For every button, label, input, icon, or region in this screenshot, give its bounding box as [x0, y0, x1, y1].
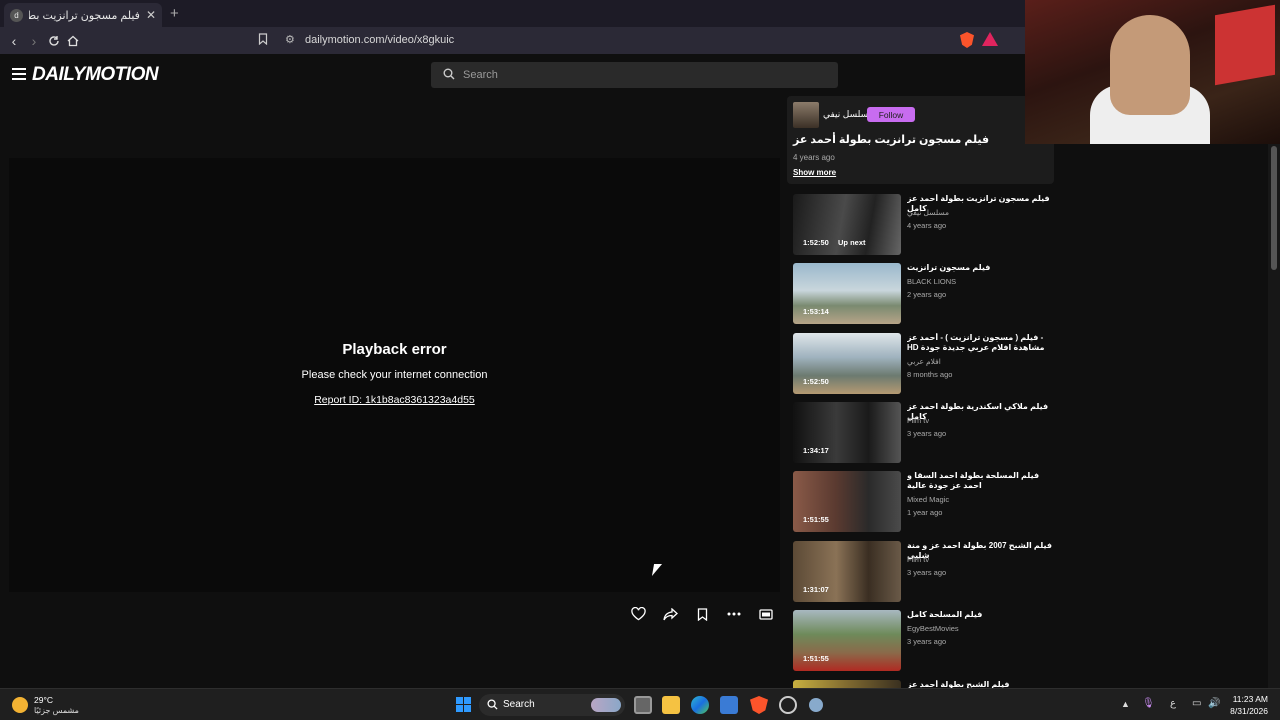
related-video-item[interactable]: 1:52:50 Up next فيلم مسجون ترانزيت بطولة…: [787, 188, 1054, 255]
channel-name[interactable]: مسلسل نيفي: [823, 109, 873, 120]
related-video-item[interactable]: فيلم الشبح بطولة أحمد عز: [787, 674, 1054, 688]
related-video-title[interactable]: فيلم ( مسجون ترانزيت ) - أحمد عز - HD مش…: [907, 333, 1052, 353]
up-next-badge: Up next: [838, 238, 866, 247]
site-search-bar[interactable]: [431, 62, 838, 88]
related-video-age: 3 years ago: [907, 637, 947, 646]
video-duration: 1:53:14: [803, 307, 829, 316]
address-bar-url[interactable]: dailymotion.com/video/x8gkuic: [305, 34, 454, 46]
share-icon[interactable]: [658, 602, 682, 626]
brave-browser-icon[interactable]: [750, 696, 768, 714]
weather-sun-icon[interactable]: [12, 697, 28, 713]
report-id-link[interactable]: Report ID: 1k1b8ac8361323a4d55: [9, 394, 780, 406]
related-video-item[interactable]: 1:31:07 فيلم الشبح 2007 بطولة احمد عز و …: [787, 535, 1054, 602]
related-video-title[interactable]: فيلم مسجون ترانزيت: [907, 263, 1052, 273]
page-scrollbar[interactable]: [1268, 144, 1280, 688]
video-duration: 1:52:50: [803, 238, 829, 247]
related-video-age: 1 year ago: [907, 508, 943, 517]
video-thumbnail[interactable]: [793, 680, 901, 688]
site-favicon-icon: d: [10, 8, 23, 22]
playback-error-message: Please check your internet connection: [301, 369, 488, 381]
taskbar-search-label: Search: [503, 699, 535, 710]
input-language[interactable]: ع: [1170, 698, 1176, 709]
video-title: فيلم مسجون ترانزيت بطولة أحمد عز: [793, 134, 990, 146]
related-video-channel[interactable]: مسلسل نيفي: [907, 208, 949, 217]
tray-overflow-chevron-icon[interactable]: ▲: [1121, 699, 1130, 709]
dailymotion-logo[interactable]: DAILYMOTION: [32, 64, 159, 86]
brave-shields-icon[interactable]: [960, 32, 974, 48]
related-video-channel[interactable]: Film tv: [907, 416, 929, 425]
webcam-overlay: [1025, 0, 1280, 144]
theater-mode-icon[interactable]: [754, 602, 778, 626]
related-video-age: 2 years ago: [907, 290, 947, 299]
windows-start-icon[interactable]: [456, 697, 471, 712]
related-video-channel[interactable]: افلام عربي: [907, 357, 941, 366]
related-video-channel[interactable]: Mixed Magic: [907, 495, 949, 504]
save-bookmark-icon[interactable]: [690, 602, 714, 626]
video-info-card: مسلسل نيفي Follow فيلم مسجون ترانزيت بطو…: [787, 96, 1054, 184]
microsoft-store-icon[interactable]: [720, 696, 738, 714]
show-more-button[interactable]: Show more: [793, 168, 836, 177]
related-video-title[interactable]: فيلم المسلحة كامل: [907, 610, 1052, 620]
close-tab-icon[interactable]: ✕: [146, 8, 156, 22]
related-video-item[interactable]: 1:34:17 فيلم ملاكي اسكندرية بطولة احمد ع…: [787, 396, 1054, 463]
clock-date[interactable]: 8/31/2026: [1200, 706, 1268, 716]
more-options-icon[interactable]: [722, 602, 746, 626]
hamburger-menu-icon[interactable]: [12, 68, 26, 82]
app-icon-circle[interactable]: [779, 696, 797, 714]
brave-rewards-icon[interactable]: [982, 32, 998, 46]
task-view-icon[interactable]: [634, 696, 652, 714]
related-video-channel[interactable]: EgyBestMovies: [907, 624, 959, 633]
tab-title: فيلم مسجون ترانزيت بطولة أحمد ع: [29, 9, 140, 22]
edge-browser-icon[interactable]: [691, 696, 709, 714]
related-video-item[interactable]: 1:53:14 فيلم مسجون ترانزيت BLACK LIONS 2…: [787, 257, 1054, 324]
search-icon: [443, 68, 455, 80]
scrollbar-thumb[interactable]: [1271, 146, 1277, 270]
related-video-age: 8 months ago: [907, 370, 953, 379]
background-monitor: [1215, 4, 1275, 86]
video-duration: 1:34:17: [803, 446, 829, 455]
related-video-age: 3 years ago: [907, 568, 947, 577]
follow-button[interactable]: Follow: [867, 107, 915, 122]
related-video-item[interactable]: 1:52:50 فيلم ( مسجون ترانزيت ) - أحمد عز…: [787, 327, 1054, 394]
back-icon[interactable]: ‹: [4, 31, 24, 51]
browser-tab[interactable]: d فيلم مسجون ترانزيت بطولة أحمد ع ✕: [4, 3, 162, 27]
forward-icon[interactable]: ›: [24, 31, 44, 51]
like-heart-icon[interactable]: [626, 602, 650, 626]
app-icon-webcam[interactable]: [809, 698, 823, 712]
related-video-item[interactable]: 1:51:55 فيلم المسلحة كامل EgyBestMovies …: [787, 604, 1054, 671]
video-duration: 1:51:55: [803, 654, 829, 663]
windows-taskbar: 29°C مشمس جزئيًا Search ▲ 🎙 ع ▭ 🔊 11:23 …: [0, 688, 1280, 720]
taskbar-search[interactable]: Search: [479, 694, 625, 716]
related-video-age: 4 years ago: [907, 221, 947, 230]
bookmark-icon[interactable]: [258, 33, 268, 48]
site-settings-icon[interactable]: ⚙: [285, 33, 295, 46]
related-videos-list: 1:52:50 Up next فيلم مسجون ترانزيت بطولة…: [787, 188, 1054, 688]
video-duration: 1:31:07: [803, 585, 829, 594]
home-icon[interactable]: [63, 31, 83, 51]
related-video-channel[interactable]: BLACK LIONS: [907, 277, 956, 286]
related-video-title[interactable]: فيلم المسلحة بطولة احمد السقا و احمد عز …: [907, 471, 1052, 491]
playback-error-title: Playback error: [342, 341, 447, 358]
video-duration: 1:51:55: [803, 515, 829, 524]
clock-time[interactable]: 11:23 AM: [1200, 694, 1268, 704]
related-video-item[interactable]: 1:51:55 فيلم المسلحة بطولة احمد السقا و …: [787, 465, 1054, 532]
new-tab-button[interactable]: +: [170, 5, 179, 22]
search-icon: [487, 699, 498, 710]
video-player[interactable]: Playback error Please check your interne…: [9, 158, 780, 592]
microphone-icon[interactable]: 🎙: [1142, 698, 1155, 709]
reload-icon[interactable]: [44, 31, 64, 51]
file-explorer-icon[interactable]: [662, 696, 680, 714]
search-highlight-image: [591, 698, 621, 712]
search-input[interactable]: [463, 62, 823, 88]
video-age: 4 years ago: [793, 153, 835, 162]
related-video-age: 3 years ago: [907, 429, 947, 438]
browser-toolbar: ‹ › ⚙ dailymotion.com/video/x8gkuic: [0, 27, 1025, 54]
related-video-title[interactable]: فيلم الشبح بطولة أحمد عز: [907, 680, 1052, 688]
weather-temperature[interactable]: 29°C: [34, 695, 53, 705]
channel-avatar[interactable]: [793, 102, 819, 128]
person-head: [1110, 15, 1190, 115]
weather-description[interactable]: مشمس جزئيًا: [34, 706, 79, 715]
related-video-channel[interactable]: Film tv: [907, 555, 929, 564]
video-duration: 1:52:50: [803, 377, 829, 386]
